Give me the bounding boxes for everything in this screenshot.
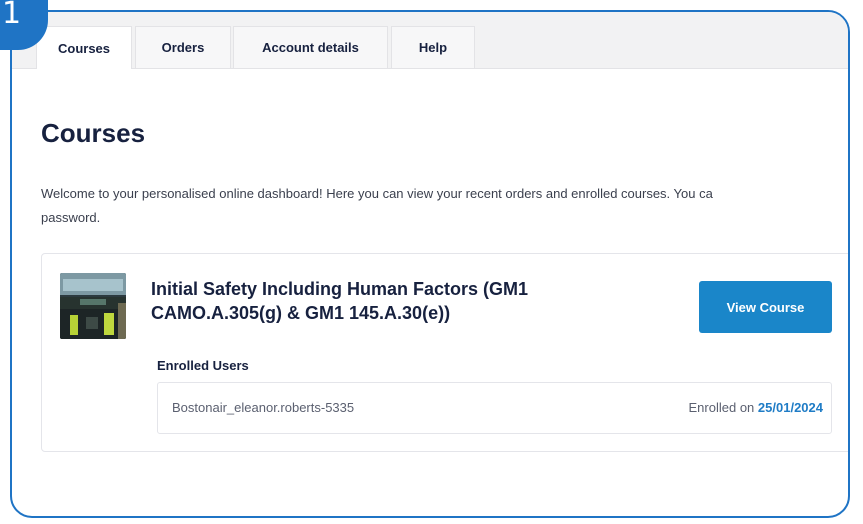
tab-account-details[interactable]: Account details: [233, 26, 388, 68]
course-title-line: CAMO.A.305(g) & GM1 145.A.30(e)): [151, 303, 451, 323]
tab-bar: Courses Orders Account details Help: [12, 12, 848, 69]
course-thumbnail[interactable]: [60, 273, 126, 339]
course-title[interactable]: Initial Safety Including Human Factors (…: [151, 277, 611, 325]
tab-courses[interactable]: Courses: [36, 26, 132, 69]
enrollment-info: Enrolled on 25/01/2024: [689, 400, 823, 415]
enrolled-on-label: Enrolled on: [688, 400, 755, 415]
enrolled-user-row: Bostonair_eleanor.roberts-5335 Enrolled …: [157, 382, 832, 434]
course-title-line: Initial Safety Including Human Factors (…: [151, 279, 529, 299]
step-number: 1: [2, 0, 22, 31]
enrollment-date: 25/01/2024: [757, 400, 823, 415]
welcome-text: Welcome to your personalised online dash…: [41, 182, 848, 230]
welcome-line: Welcome to your personalised online dash…: [41, 186, 713, 201]
course-card: Initial Safety Including Human Factors (…: [41, 253, 848, 452]
tab-label: Orders: [161, 40, 205, 55]
tab-orders[interactable]: Orders: [135, 26, 231, 68]
tab-label: Courses: [57, 40, 111, 56]
welcome-line: password.: [41, 210, 101, 225]
tab-label: Account details: [262, 40, 359, 55]
tab-label: Help: [418, 40, 448, 55]
cockpit-photo-icon: [60, 273, 126, 339]
view-course-button[interactable]: View Course: [699, 281, 832, 333]
enrolled-username: Bostonair_eleanor.roberts-5335: [172, 400, 355, 415]
dashboard-frame: Courses Orders Account details Help Cour…: [10, 10, 850, 518]
enrolled-users-label: Enrolled Users: [157, 358, 249, 373]
page-title: Courses: [41, 118, 146, 148]
tab-help[interactable]: Help: [391, 26, 475, 68]
